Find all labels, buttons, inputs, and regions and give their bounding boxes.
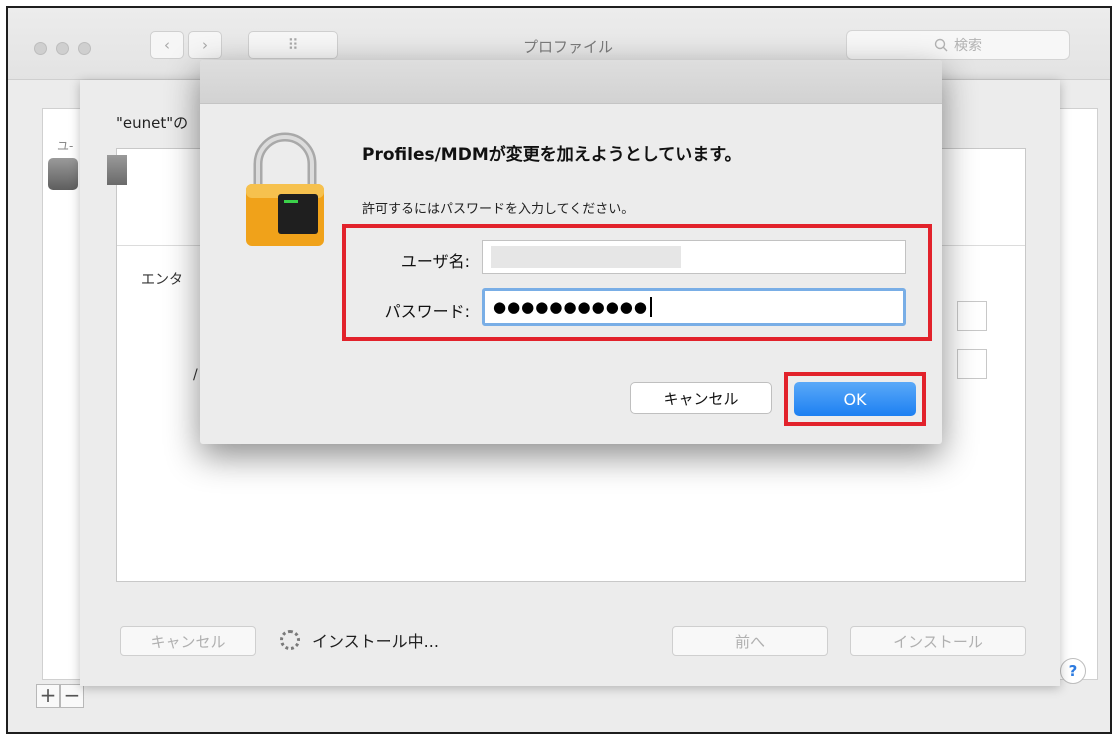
sheet-title: "eunet"の xyxy=(116,114,189,132)
gear-icon xyxy=(48,158,78,190)
sheet-field-label-2: / xyxy=(193,367,198,383)
text-caret xyxy=(649,297,652,317)
spinner-icon xyxy=(280,630,300,650)
zoom-window-button[interactable] xyxy=(78,42,91,55)
previous-button[interactable]: 前へ xyxy=(672,626,828,656)
username-redacted xyxy=(491,246,681,268)
password-field[interactable]: ●●●●●●●●●●● xyxy=(482,288,906,326)
sheet-input-2[interactable] xyxy=(957,349,987,379)
app-window: ‹ › ⠿ プロファイル 検索 ユ- ? + − "eunet"の エンタ / … xyxy=(6,6,1112,734)
install-progress: インストール中... xyxy=(280,628,439,652)
dialog-subtitle: 許可するにはパスワードを入力してください。 xyxy=(362,202,635,217)
back-button[interactable]: ‹ xyxy=(150,31,184,59)
username-field[interactable] xyxy=(482,240,906,274)
dialog-heading: Profiles/MDMが変更を加えようとしています。 xyxy=(362,145,742,165)
profile-gear-icon xyxy=(107,155,127,185)
search-icon xyxy=(934,38,948,52)
help-button[interactable]: ? xyxy=(1060,658,1086,684)
lock-icon xyxy=(246,132,324,246)
sidebar-header: ユ- xyxy=(57,139,74,153)
sheet-field-label: エンタ xyxy=(141,272,183,288)
progress-text: インストール中... xyxy=(312,632,439,651)
show-all-button[interactable]: ⠿ xyxy=(248,31,338,59)
add-profile-button[interactable]: + xyxy=(36,684,60,708)
password-label: パスワード: xyxy=(384,302,470,321)
search-field[interactable]: 検索 xyxy=(846,30,1070,60)
dialog-titlebar xyxy=(200,60,942,104)
minimize-window-button[interactable] xyxy=(56,42,69,55)
sheet-input-1[interactable] xyxy=(957,301,987,331)
cancel-button[interactable]: キャンセル xyxy=(630,382,772,414)
remove-profile-button[interactable]: − xyxy=(60,684,84,708)
ok-button[interactable]: OK xyxy=(794,382,916,416)
search-placeholder: 検索 xyxy=(954,38,982,54)
chevron-left-icon: ‹ xyxy=(164,36,170,54)
grid-icon: ⠿ xyxy=(287,36,299,54)
window-title: プロファイル xyxy=(522,38,613,56)
sheet-cancel-button[interactable]: キャンセル xyxy=(120,626,256,656)
username-label: ユーザ名: xyxy=(400,252,470,271)
chevron-right-icon: › xyxy=(202,36,208,54)
install-button[interactable]: インストール xyxy=(850,626,1026,656)
close-window-button[interactable] xyxy=(34,42,47,55)
auth-dialog: Profiles/MDMが変更を加えようとしています。 許可するにはパスワードを… xyxy=(200,60,942,444)
password-value: ●●●●●●●●●●● xyxy=(493,298,648,316)
forward-button[interactable]: › xyxy=(188,31,222,59)
